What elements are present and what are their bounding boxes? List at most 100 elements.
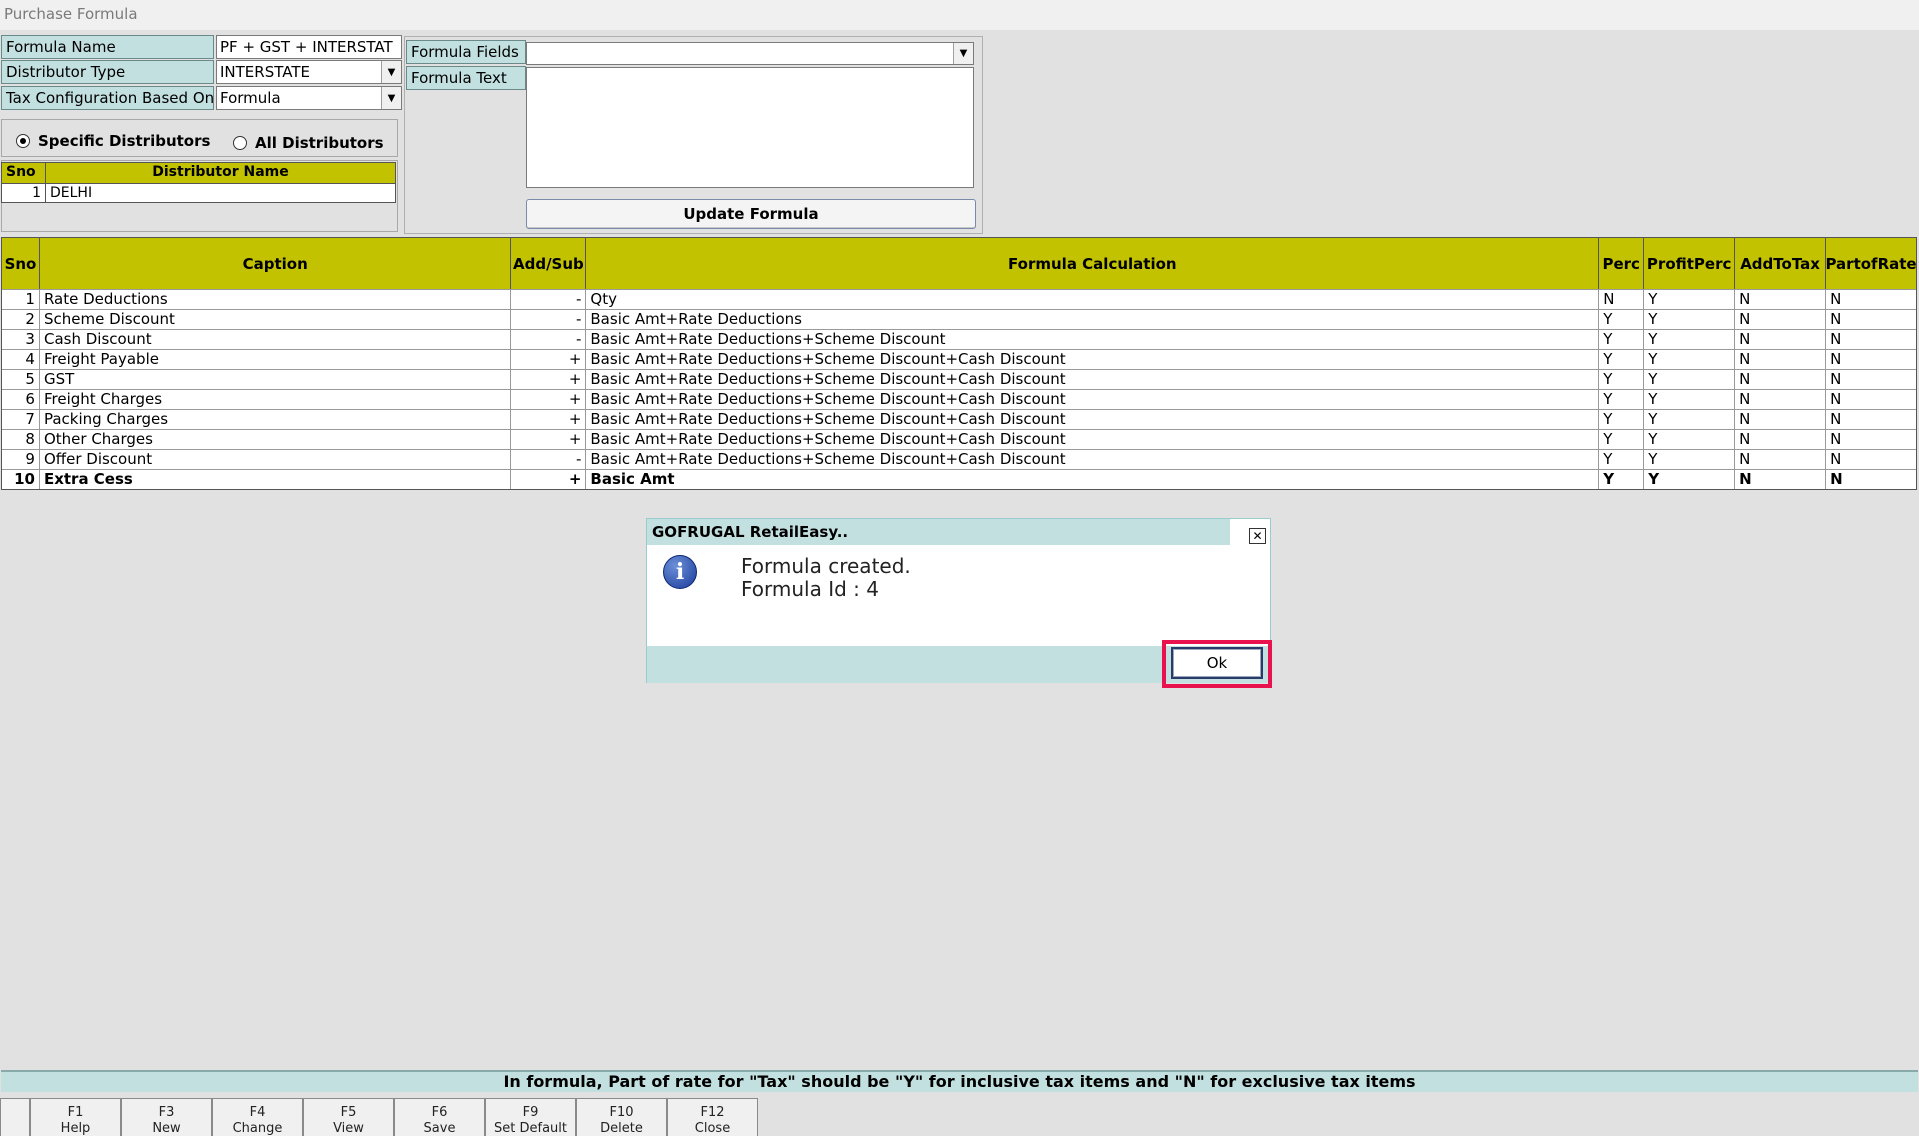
row-add-to-tax: N [1735,370,1827,389]
row-add-sub: + [511,430,587,449]
distributor-scope-panel: Specific Distributors All Distributors [1,119,398,157]
row-caption: Packing Charges [40,410,512,429]
formula-text-area[interactable] [526,67,974,188]
row-profit-perc: Y [1644,450,1736,469]
table-row[interactable]: 10 Extra Cess + Basic Amt Y Y N N [2,469,1916,489]
fkey-label: Save [423,1121,456,1136]
update-formula-button[interactable]: Update Formula [526,199,976,229]
fkey-f9-button[interactable]: F9 Set Default [485,1098,576,1136]
formula-fields-label: Formula Fields [406,40,526,64]
tax-config-value: Formula [220,89,281,107]
chevron-down-icon[interactable]: ▼ [381,87,401,109]
formula-text-label: Formula Text [406,66,526,90]
dialog-message-line2: Formula Id : 4 [741,577,879,601]
fkey-code: F10 [609,1105,634,1120]
fkey-label: Help [60,1121,91,1136]
row-formula: Basic Amt+Rate Deductions+Scheme Discoun… [586,370,1600,389]
chevron-down-icon[interactable]: ▼ [381,61,401,83]
row-add-sub: + [511,370,587,389]
row-profit-perc: Y [1644,410,1736,429]
row-caption: Other Charges [40,430,512,449]
row-add-to-tax: N [1735,410,1827,429]
row-caption: Freight Payable [40,350,512,369]
row-profit-perc: Y [1644,390,1736,409]
row-part-of-rate: N [1830,430,1842,448]
row-formula: Basic Amt+Rate Deductions+Scheme Discoun… [586,330,1600,349]
fkey-label: Delete [600,1121,643,1136]
row-formula: Basic Amt+Rate Deductions+Scheme Discoun… [586,350,1600,369]
formula-name-input[interactable]: PF + GST + INTERSTAT [216,35,402,59]
close-icon[interactable]: ✕ [1249,528,1266,544]
row-sno: 4 [2,350,40,369]
row-formula: Basic Amt+Rate Deductions+Scheme Discoun… [586,390,1600,409]
table-row[interactable]: 9 Offer Discount - Basic Amt+Rate Deduction… [2,449,1916,469]
table-row[interactable]: 8 Other Charges + Basic Amt+Rate Deductions… [2,429,1916,449]
formula-grid-body: 1 Rate Deductions - Qty N Y N N 2 Scheme Discount… [2,289,1916,489]
fkey-f4-button[interactable]: F4 Change [212,1098,303,1136]
row-add-sub: + [511,390,587,409]
row-add-to-tax: N [1735,390,1827,409]
row-perc: Y [1599,390,1645,409]
row-perc: Y [1599,430,1645,449]
fkey-blank [0,1098,30,1136]
row-sno: 5 [2,370,40,389]
row-add-sub: + [511,470,587,489]
column-header-perc: Perc [1599,238,1645,289]
fkey-code: F9 [522,1105,539,1120]
row-perc: Y [1599,450,1645,469]
column-header-formula-calculation: Formula Calculation [586,238,1600,289]
tax-config-select[interactable]: Formula ▼ [216,86,402,110]
row-part-of-rate: N [1830,330,1842,348]
distributor-type-select[interactable]: INTERSTATE ▼ [216,60,402,84]
fkey-f10-button[interactable]: F10 Delete [576,1098,667,1136]
fkey-label: Set Default [494,1121,567,1136]
row-formula: Qty [586,290,1600,309]
row-part-of-rate: N [1830,310,1842,328]
row-part-of-rate: N [1830,350,1842,368]
row-sno: 7 [2,410,40,429]
row-add-sub: - [511,330,587,349]
fkey-f5-button[interactable]: F5 View [303,1098,394,1136]
dialog-message: Formula created. Formula Id : 4 [741,555,911,601]
ok-button[interactable]: Ok [1171,647,1263,679]
row-add-sub: + [511,350,587,369]
fkey-f6-button[interactable]: F6 Save [394,1098,485,1136]
row-add-sub: - [511,450,587,469]
table-row[interactable]: 7 Packing Charges + Basic Amt+Rate Deductio… [2,409,1916,429]
row-caption: Extra Cess [40,470,512,489]
fkey-f3-button[interactable]: F3 New [121,1098,212,1136]
row-add-to-tax: N [1735,450,1827,469]
row-add-to-tax: N [1735,350,1827,369]
row-caption: Offer Discount [40,450,512,469]
row-add-sub: + [511,410,587,429]
table-row[interactable]: 1 DELHI [2,183,395,202]
table-row[interactable]: 6 Freight Charges + Basic Amt+Rate Deductio… [2,389,1916,409]
distributor-sno: 1 [2,184,46,202]
table-row[interactable]: 4 Freight Payable + Basic Amt+Rate Deductio… [2,349,1916,369]
chevron-down-icon[interactable]: ▼ [953,43,973,64]
row-profit-perc: Y [1644,330,1736,349]
table-row[interactable]: 1 Rate Deductions - Qty N Y N N [2,289,1916,309]
row-profit-perc: Y [1644,290,1736,309]
table-row[interactable]: 2 Scheme Discount - Basic Amt+Rate Deductio… [2,309,1916,329]
row-part-of-rate: N [1830,290,1842,308]
row-sno: 9 [2,450,40,469]
column-header-distributor-name: Distributor Name [152,164,289,180]
row-formula: Basic Amt+Rate Deductions+Scheme Discoun… [586,450,1600,469]
table-row[interactable]: 5 GST + Basic Amt+Rate Deductions+Scheme Di… [2,369,1916,389]
radio-all-distributors[interactable]: All Distributors [233,134,384,152]
row-perc: Y [1599,410,1645,429]
radio-selected-icon [16,134,30,148]
fkey-code: F1 [67,1105,84,1120]
formula-fields-select[interactable]: ▼ [526,42,974,65]
row-add-sub: - [511,290,587,309]
table-row[interactable]: 3 Cash Discount - Basic Amt+Rate Deductions… [2,329,1916,349]
row-part-of-rate: N [1830,390,1842,408]
tax-note-bar: In formula, Part of rate for "Tax" shoul… [1,1070,1918,1092]
fkey-f12-button[interactable]: F12 Close [667,1098,758,1136]
fkey-label: Change [232,1121,283,1136]
radio-specific-distributors[interactable]: Specific Distributors [16,132,210,150]
fkey-f1-button[interactable]: F1 Help [30,1098,121,1136]
radio-specific-label: Specific Distributors [38,132,211,150]
radio-unselected-icon [233,136,247,150]
